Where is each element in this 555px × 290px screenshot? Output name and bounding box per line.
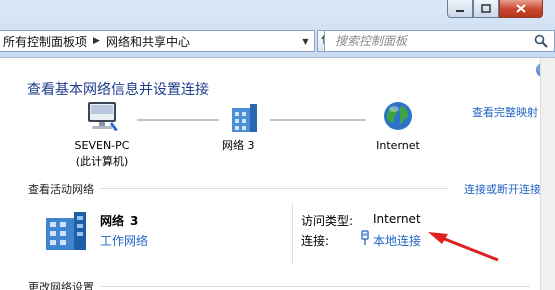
map-node-network [224,102,264,134]
active-network-number: 3 [130,214,139,228]
globe-icon [384,102,412,130]
computer-labels: SEVEN-PC (此计算机) [68,138,136,170]
computer-name: SEVEN-PC [74,139,130,152]
main-content: ? 查看基本网络信息并设置连接 查看完整映射 SEVEN-PC (此计算机) [0,57,555,290]
link-line-network-internet [270,119,366,121]
maximize-button[interactable] [473,0,499,18]
search-input[interactable] [333,33,522,49]
search-icon[interactable] [534,34,548,48]
connect-disconnect-link[interactable]: 连接或断开连接 [464,181,541,197]
section-divider-2 [100,286,530,287]
access-type-value: Internet [373,212,421,226]
vertical-divider [292,204,293,264]
view-full-map-link[interactable]: 查看完整映射 [472,104,538,120]
breadcrumb-control-panel-items[interactable]: 所有控制面板项 [0,33,91,50]
chevron-down-icon: ▼ [302,36,309,46]
local-connection-link[interactable]: 本地连接 [373,232,421,249]
active-networks-heading: 查看活动网络 [28,183,94,196]
network-building-icon-large [46,212,86,250]
connections-label: 连接: [301,234,330,248]
minimize-icon [456,9,464,12]
internet-labels: Internet [370,138,426,154]
maximize-icon [481,4,491,13]
close-icon [516,4,526,13]
active-network-name: 网络 3 [100,212,138,229]
network-sharing-center-window: 所有控制面板项 ▶ 网络和共享中心 ▼ ? 查看基本网络信息并设置连接 查看完整… [0,0,555,290]
search-box[interactable] [324,30,555,52]
network-type-link[interactable]: 工作网络 [100,232,148,249]
active-network-label: 网络 [100,214,125,228]
section-divider [100,188,448,189]
network-building-icon [232,104,257,132]
change-settings-heading: 更改网络设置 [28,281,94,290]
caption-buttons [447,0,543,20]
breadcrumb-chevron-icon[interactable]: ▶ [91,36,102,46]
navigation-bar: 所有控制面板项 ▶ 网络和共享中心 ▼ [0,29,555,55]
network-labels: 网络 3 [222,138,274,154]
map-node-internet [378,100,418,132]
computer-icon [88,102,118,131]
page-title: 查看基本网络信息并设置连接 [27,82,209,98]
link-line-computer-network [137,119,219,121]
address-dropdown-button[interactable]: ▼ [297,31,314,51]
map-node-computer [72,100,132,134]
network-adapter-icon [361,230,369,245]
internet-label: Internet [376,139,420,152]
close-button[interactable] [499,0,543,18]
red-arrow-annotation [428,232,499,262]
breadcrumb-network-sharing-center[interactable]: 网络和共享中心 [102,33,194,50]
map-network-name: 网络 3 [222,139,255,152]
minimize-button[interactable] [447,0,473,18]
address-bar[interactable]: 所有控制面板项 ▶ 网络和共享中心 ▼ [0,30,315,52]
access-type-label: 访问类型: [301,214,354,228]
computer-sublabel: (此计算机) [75,155,129,168]
scrollbar[interactable] [540,58,555,290]
